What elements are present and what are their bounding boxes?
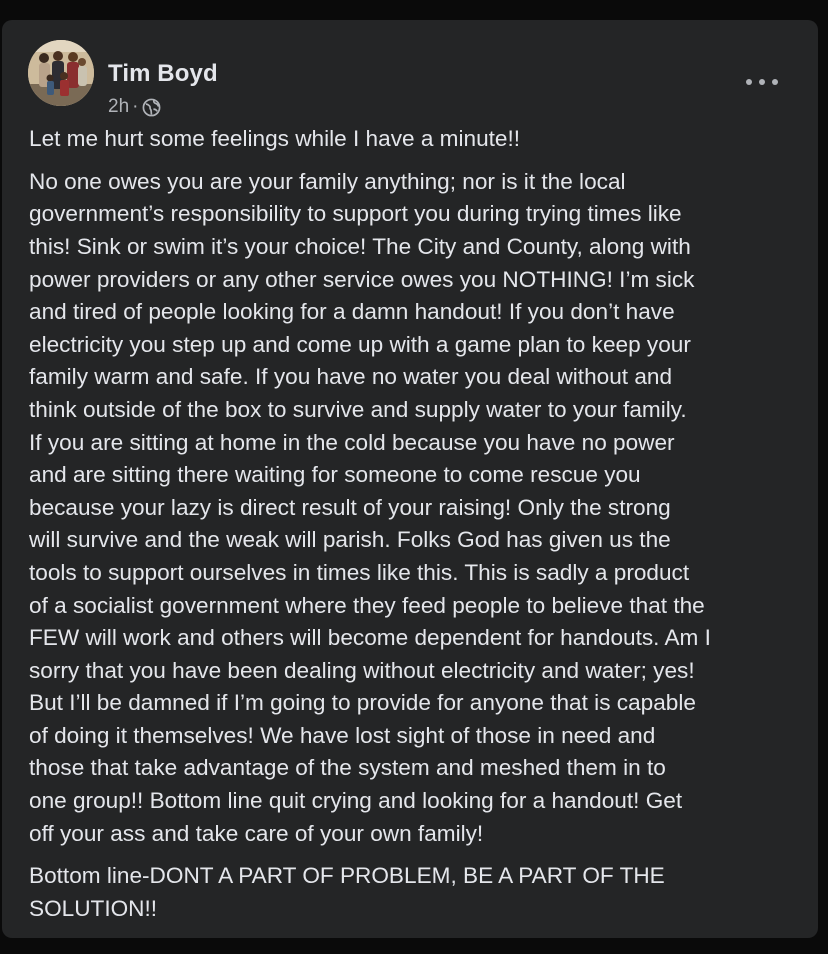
more-horizontal-icon <box>746 79 752 85</box>
more-options-button[interactable] <box>746 72 778 92</box>
globe-icon[interactable] <box>142 98 161 117</box>
post-paragraph-intro: Let me hurt some feelings while I have a… <box>29 126 521 151</box>
meta-separator: · <box>132 96 139 117</box>
post-meta: 2h · <box>108 96 161 118</box>
post-card: Tim Boyd 2h · Let me hurt some feelings … <box>2 20 818 938</box>
post-text: Let me hurt some feelings while I have a… <box>29 123 804 936</box>
post-paragraph-closing: Bottom line-DONT A PART OF PROBLEM, BE A… <box>29 863 665 922</box>
family-photo-image <box>28 40 94 106</box>
post-paragraph-main: No one owes you are your family anything… <box>29 168 711 846</box>
post-timestamp[interactable]: 2h <box>108 96 129 118</box>
post-header: Tim Boyd 2h · <box>28 40 798 117</box>
author-avatar[interactable] <box>28 40 94 106</box>
author-name[interactable]: Tim Boyd <box>108 60 218 88</box>
